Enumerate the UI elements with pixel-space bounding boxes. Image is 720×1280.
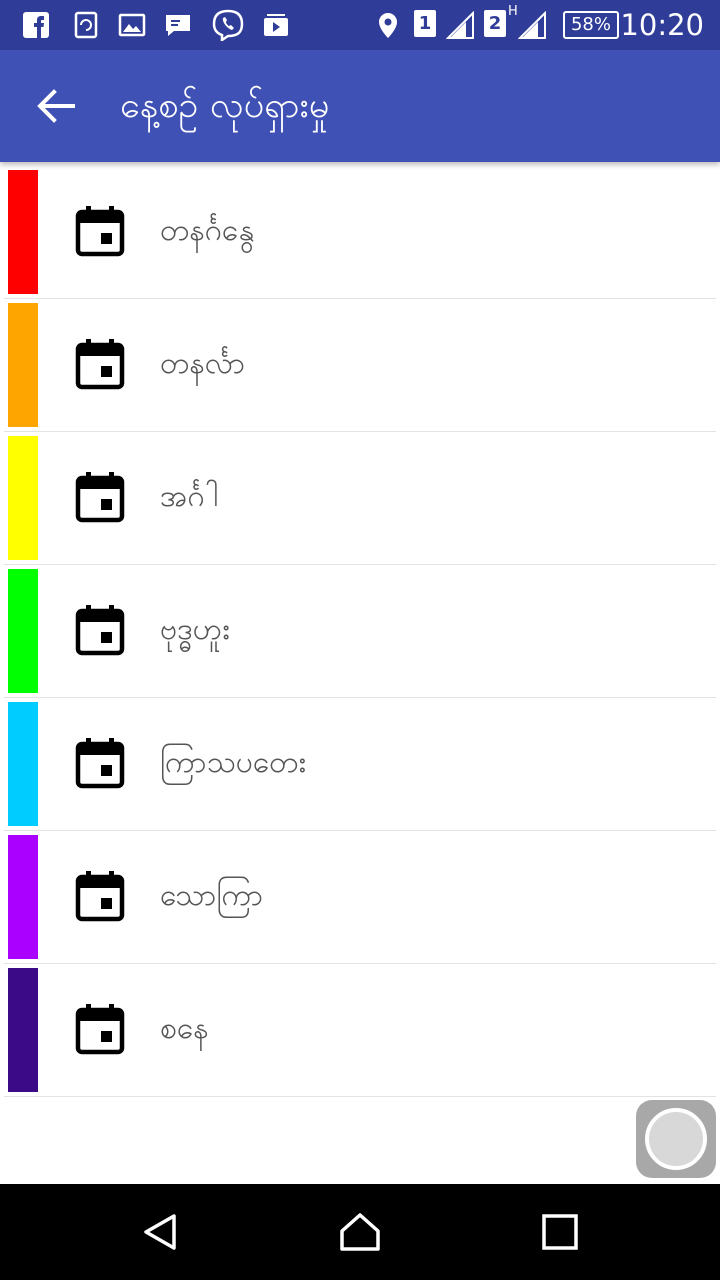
navigation-bar [0,1184,720,1280]
day-label: သောကြာ [160,878,264,913]
day-color-strip [8,569,38,693]
triangle-back-icon [144,1214,176,1250]
calendar-today-icon [75,472,125,523]
day-label: တနင်္လာ [160,346,246,381]
battery-indicator: 58% [563,11,619,39]
assistive-touch-button[interactable] [636,1100,716,1178]
day-list-item[interactable]: ဗုဒ္ဓဟူး [4,565,716,698]
assistive-touch-circle-icon [645,1108,707,1170]
gallery-icon [118,13,146,37]
day-color-strip [8,303,38,427]
viber-icon [212,9,244,41]
sim1-badge: 1 [414,10,436,37]
location-icon [379,13,397,38]
nav-back-button[interactable] [130,1202,190,1262]
network-type-label: H [508,4,518,19]
nav-home-button[interactable] [330,1202,390,1262]
page-title: နေ့စဉ် လုပ်ရှားမှု [120,85,330,126]
app-bar: နေ့စဉ် လုပ်ရှားမှု [0,50,720,162]
square-recents-icon [542,1214,578,1250]
clock: 10:20 [620,8,704,42]
day-label: တနင်္ဂနွေ [160,213,255,248]
status-bar: 1 2 H 58% 10:20 [0,0,720,50]
arrow-back-icon [37,89,75,123]
day-label: အင်္ဂါ [160,479,218,514]
day-list-item[interactable]: တနင်္ဂနွေ [4,166,716,299]
day-color-strip [8,835,38,959]
day-color-strip [8,436,38,560]
calendar-today-icon [75,339,125,390]
calendar-today-icon [75,1004,125,1055]
day-list-item[interactable]: အင်္ဂါ [4,432,716,565]
day-list: တနင်္ဂနွေတနင်္လာအင်္ဂါဗုဒ္ဓဟူးကြာသပတေးသေ… [0,166,720,1097]
sync-icon [74,11,98,39]
calendar-today-icon [75,206,125,257]
day-list-item[interactable]: သောကြာ [4,831,716,964]
signal-strength-icon-2 [518,11,546,39]
calendar-today-icon [75,605,125,656]
day-color-strip [8,702,38,826]
calendar-today-icon [75,738,125,789]
home-icon [340,1213,380,1251]
message-icon [166,15,190,36]
day-list-item[interactable]: စနေ [4,964,716,1097]
back-button[interactable] [24,76,88,136]
day-label: စနေ [160,1011,209,1046]
day-label: ဗုဒ္ဓဟူး [160,612,230,647]
signal-strength-icon [446,11,474,39]
day-color-strip [8,170,38,294]
day-list-item[interactable]: ကြာသပတေး [4,698,716,831]
sim2-badge: 2 [484,10,506,37]
nav-recents-button[interactable] [530,1202,590,1262]
day-color-strip [8,968,38,1092]
calendar-today-icon [75,871,125,922]
video-icon [264,14,288,36]
day-label: ကြာသပတေး [160,745,306,780]
day-list-item[interactable]: တနင်္လာ [4,299,716,432]
facebook-icon [23,12,49,38]
